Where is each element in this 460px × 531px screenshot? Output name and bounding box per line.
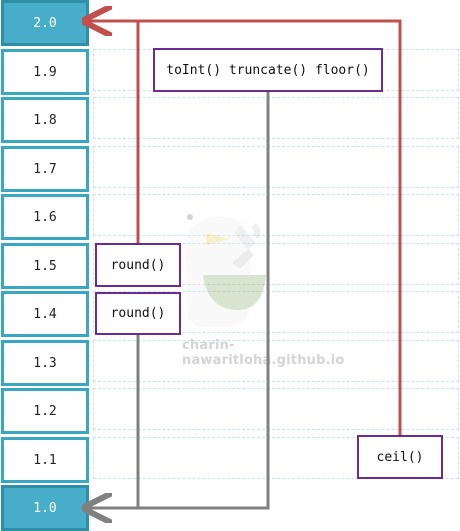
round-down-function-box: round() (95, 292, 181, 335)
round-up-function-box: round() (95, 243, 181, 287)
ceil-function-box: ceil() (357, 435, 443, 479)
truncate-floor-functions-box: toInt() truncate() floor() (153, 48, 383, 92)
